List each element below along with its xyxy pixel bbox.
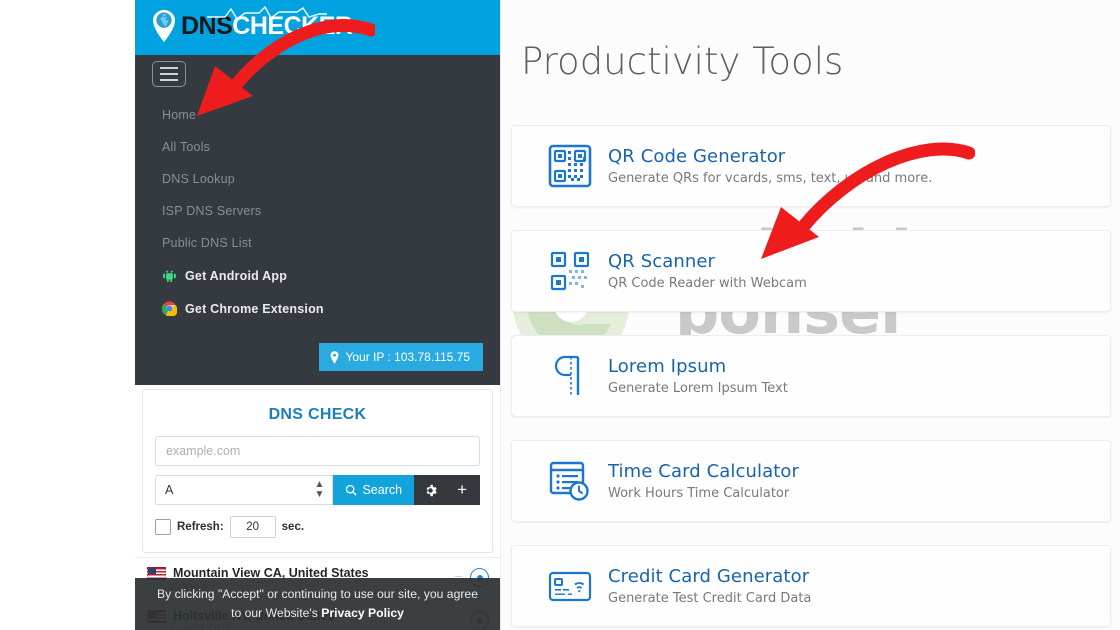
page-title: Productivity Tools xyxy=(521,40,844,83)
tool-title: QR Scanner xyxy=(608,251,716,272)
nav-list: Home All Tools DNS Lookup ISP DNS Server… xyxy=(135,99,500,325)
sidebar-item-get-chrome-extension[interactable]: Get Chrome Extension xyxy=(135,292,500,325)
tool-title: Lorem Ipsum xyxy=(608,356,727,377)
pulse-line-icon xyxy=(207,6,327,20)
qr-scanner-icon xyxy=(540,249,600,293)
tool-card-list: QR Code Generator Generate QRs for vcard… xyxy=(511,125,1111,630)
timecard-icon xyxy=(540,458,600,504)
dns-check-title: DNS CHECK xyxy=(268,406,367,423)
tool-card-credit-card-generator[interactable]: Credit Card Generator Generate Test Cred… xyxy=(511,545,1111,627)
tool-card-qr-scanner[interactable]: QR Scanner QR Code Reader with Webcam xyxy=(511,230,1111,312)
sidebar-item-dns-lookup[interactable]: DNS Lookup xyxy=(135,163,500,195)
cookie-line-2: to our Website's Privacy Policy xyxy=(135,604,500,623)
pilcrow-icon xyxy=(540,352,600,400)
tool-subtitle: Work Hours Time Calculator xyxy=(608,486,790,501)
site-logo[interactable]: DNS CHECKER xyxy=(149,6,353,44)
hamburger-line xyxy=(160,73,178,75)
cookie-line-1: By clicking "Accept" or continuing to us… xyxy=(157,587,478,601)
domain-input[interactable] xyxy=(155,436,480,466)
cookie-consent-banner[interactable]: By clicking "Accept" or continuing to us… xyxy=(135,578,500,630)
refresh-label: Refresh: xyxy=(177,521,224,533)
sidebar-item-public-dns-list[interactable]: Public DNS List xyxy=(135,227,500,259)
android-icon xyxy=(162,268,177,283)
sidebar-item-isp-dns-servers[interactable]: ISP DNS Servers xyxy=(135,195,500,227)
result-dash xyxy=(455,576,462,577)
globe-pin-icon xyxy=(149,8,179,44)
refresh-interval-input[interactable]: 20 xyxy=(229,516,276,538)
sidebar-link-label: Get Chrome Extension xyxy=(185,301,324,316)
tool-subtitle: Generate Lorem Ipsum Text xyxy=(608,381,788,396)
brand-header: DNS CHECKER xyxy=(135,0,500,55)
gear-icon xyxy=(426,484,437,496)
add-button[interactable]: + xyxy=(447,475,480,505)
your-ip-label: Your IP : 103.78.115.75 xyxy=(345,350,470,364)
settings-button[interactable] xyxy=(414,475,448,505)
tool-subtitle: QR Code Reader with Webcam xyxy=(608,276,807,291)
sidebar-item-all-tools[interactable]: All Tools xyxy=(135,131,500,163)
your-ip-badge[interactable]: Your IP : 103.78.115.75 xyxy=(319,343,483,371)
plus-icon: + xyxy=(457,480,467,499)
screenshot-root: DNS CHECKER Home All Tools DNS Lookup ISP… xyxy=(0,0,1120,630)
sidebar-nav: Home All Tools DNS Lookup ISP DNS Server… xyxy=(135,55,500,385)
location-pin-icon xyxy=(330,350,339,364)
tool-title: Credit Card Generator xyxy=(608,566,810,587)
cookie-line-2-prefix: to our Website's xyxy=(231,606,322,620)
tool-card-time-card-calculator[interactable]: Time Card Calculator Work Hours Time Cal… xyxy=(511,440,1111,522)
sidebar-link-label: Get Android App xyxy=(185,268,288,283)
search-button-label: Search xyxy=(362,483,403,497)
dns-check-panel: DNS CHECK A ▲▼ Search xyxy=(142,389,493,553)
tool-title: QR Code Generator xyxy=(608,146,786,167)
refresh-unit-label: sec. xyxy=(281,521,305,533)
refresh-checkbox[interactable] xyxy=(155,519,171,535)
sidebar-item-home[interactable]: Home xyxy=(135,99,500,131)
sidebar-item-get-android-app[interactable]: Get Android App xyxy=(135,259,500,292)
hamburger-menu-button[interactable] xyxy=(152,61,186,87)
dnschecker-mobile-panel: DNS CHECKER Home All Tools DNS Lookup ISP… xyxy=(135,0,500,630)
search-button[interactable]: Search xyxy=(333,475,415,505)
hamburger-line xyxy=(160,67,178,69)
qr-code-icon xyxy=(540,144,600,188)
tool-card-qr-code-generator[interactable]: QR Code Generator Generate QRs for vcard… xyxy=(511,125,1111,207)
productivity-tools-panel: Productivity Tools android ponsel xyxy=(500,0,1120,630)
magnifier-icon xyxy=(346,484,358,496)
record-type-value: A xyxy=(165,483,174,497)
search-row: A ▲ ▼ Search + xyxy=(155,475,480,505)
record-type-select[interactable]: A ▲ ▼ xyxy=(155,475,334,505)
privacy-policy-link[interactable]: Privacy Policy xyxy=(321,606,404,620)
hamburger-line xyxy=(160,79,178,81)
refresh-row: Refresh: 20 sec. xyxy=(155,516,480,538)
tool-subtitle: Generate QRs for vcards, sms, text, url … xyxy=(608,171,933,186)
tool-subtitle: Generate Test Credit Card Data xyxy=(608,591,812,606)
tool-title: Time Card Calculator xyxy=(608,461,800,482)
chevron-updown-icon: ▲ ▼ xyxy=(314,479,325,500)
tool-card-lorem-ipsum[interactable]: Lorem Ipsum Generate Lorem Ipsum Text xyxy=(511,335,1111,417)
credit-card-icon xyxy=(540,568,600,604)
chrome-icon xyxy=(161,301,178,318)
